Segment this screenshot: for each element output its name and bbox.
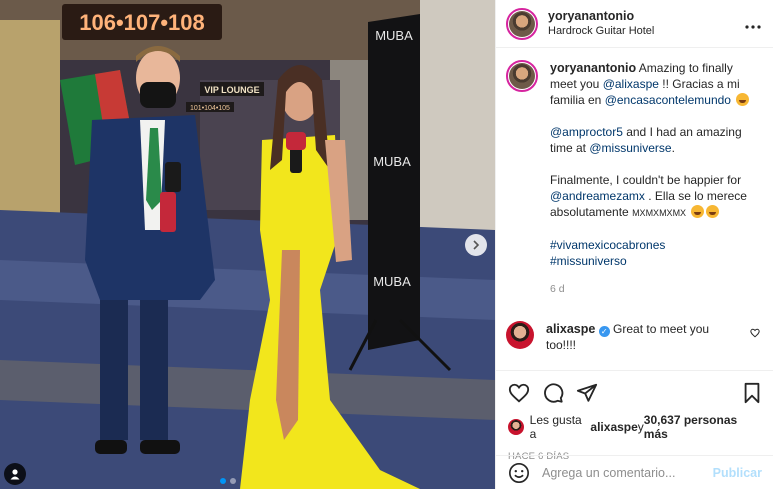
mention-link[interactable]: @andreamezamx xyxy=(550,189,645,203)
caption-paragraph: yoryanantonio Amazing to finally meet yo… xyxy=(550,60,760,108)
likes-summary[interactable]: Les gusta a alixaspe y 30,637 personas m… xyxy=(508,413,762,441)
caption-small-text: MXMXMXMX xyxy=(632,208,687,218)
smiley-icon xyxy=(509,462,529,483)
header-username[interactable]: yoryanantonio xyxy=(548,9,745,24)
add-comment-bar: Agrega un comentario... Publicar xyxy=(496,455,773,489)
caption-text: Finalmente, I couldn't be happier for xyxy=(550,173,742,187)
comment-bubble-icon xyxy=(544,383,564,403)
liker-username[interactable]: alixaspe xyxy=(590,420,637,434)
comment-input[interactable]: Agrega un comentario... xyxy=(542,466,713,480)
like-button[interactable] xyxy=(508,382,530,404)
comment-item: alixaspe ✓ Great to meet you too!!!! xyxy=(506,321,760,353)
more-options-button[interactable] xyxy=(745,13,761,34)
tagged-users-button[interactable] xyxy=(4,463,26,485)
caption-hashtags: #vivamexicocabrones #missuniverso xyxy=(550,237,760,269)
mention-link[interactable]: @missuniverse xyxy=(589,141,671,155)
vip-sign-text: VIP LOUNGE xyxy=(204,85,259,95)
smiling-face-emoji-icon xyxy=(736,93,750,106)
comment-button[interactable] xyxy=(542,382,564,404)
smiling-face-emoji-icon xyxy=(691,205,705,218)
likes-prefix: Les gusta a xyxy=(529,413,582,441)
liker-avatar xyxy=(508,419,524,435)
caption-paragraph: Finalmente, I couldn't be happier for @a… xyxy=(550,172,760,221)
heart-icon xyxy=(508,383,530,403)
caption-text: . xyxy=(671,141,675,155)
smiling-face-emoji-icon xyxy=(706,205,720,218)
paper-plane-icon xyxy=(576,383,598,402)
post-actions: Les gusta a alixaspe y 30,637 personas m… xyxy=(496,370,773,462)
post-header: yoryanantonio Hardrock Guitar Hotel xyxy=(496,0,773,48)
hashtag-link[interactable]: #missuniverso xyxy=(550,253,760,269)
avatar[interactable] xyxy=(506,7,538,40)
emoji-picker-button[interactable] xyxy=(508,462,530,484)
next-photo-button[interactable] xyxy=(465,234,487,256)
post-photo[interactable]: 106•107•108 VIP LOUNGE 101•104•105 MUBA … xyxy=(0,0,495,489)
verified-badge-icon: ✓ xyxy=(598,326,610,337)
likes-count[interactable]: 30,637 personas más xyxy=(644,413,762,441)
small-sign-text: 101•104•105 xyxy=(190,105,230,112)
bookmark-icon xyxy=(744,382,760,404)
caption-timestamp[interactable]: 6 d xyxy=(550,281,760,297)
carousel-dot xyxy=(220,478,226,484)
banner-text-2: MUBA xyxy=(373,154,411,169)
chevron-right-icon xyxy=(473,240,480,250)
photo-scene: 106•107•108 VIP LOUNGE 101•104•105 MUBA … xyxy=(0,0,495,489)
publish-button[interactable]: Publicar xyxy=(713,466,762,480)
mention-link[interactable]: @alixaspe xyxy=(603,77,659,91)
mention-link[interactable]: @encasacontelemundo xyxy=(605,93,731,107)
heart-icon xyxy=(750,328,760,338)
banner-text-1: MUBA xyxy=(375,28,413,43)
mention-link[interactable]: @amproctor5 xyxy=(550,125,623,139)
caption-username[interactable]: yoryanantonio xyxy=(550,61,636,75)
like-comment-button[interactable] xyxy=(750,327,760,341)
header-location[interactable]: Hardrock Guitar Hotel xyxy=(548,24,745,39)
post-caption: yoryanantonio Amazing to finally meet yo… xyxy=(506,60,760,297)
hashtag-link[interactable]: #vivamexicocabrones xyxy=(550,237,760,253)
caption-avatar[interactable] xyxy=(506,60,538,92)
save-button[interactable] xyxy=(742,382,762,404)
person-icon xyxy=(10,469,20,480)
comment-avatar[interactable] xyxy=(506,321,534,349)
carousel-dot xyxy=(230,478,236,484)
share-button[interactable] xyxy=(576,382,598,404)
post-side-panel: yoryanantonio Hardrock Guitar Hotel yory… xyxy=(495,0,773,489)
carousel-dots xyxy=(220,478,236,484)
ellipsis-icon xyxy=(745,25,761,29)
comment-username[interactable]: alixaspe xyxy=(546,322,595,336)
caption-paragraph: @amproctor5 and I had an amazing time at… xyxy=(550,124,760,156)
banner-text-3: MUBA xyxy=(373,274,411,289)
room-sign-text: 106•107•108 xyxy=(79,10,205,35)
comments-section[interactable]: yoryanantonio Amazing to finally meet yo… xyxy=(496,60,773,368)
